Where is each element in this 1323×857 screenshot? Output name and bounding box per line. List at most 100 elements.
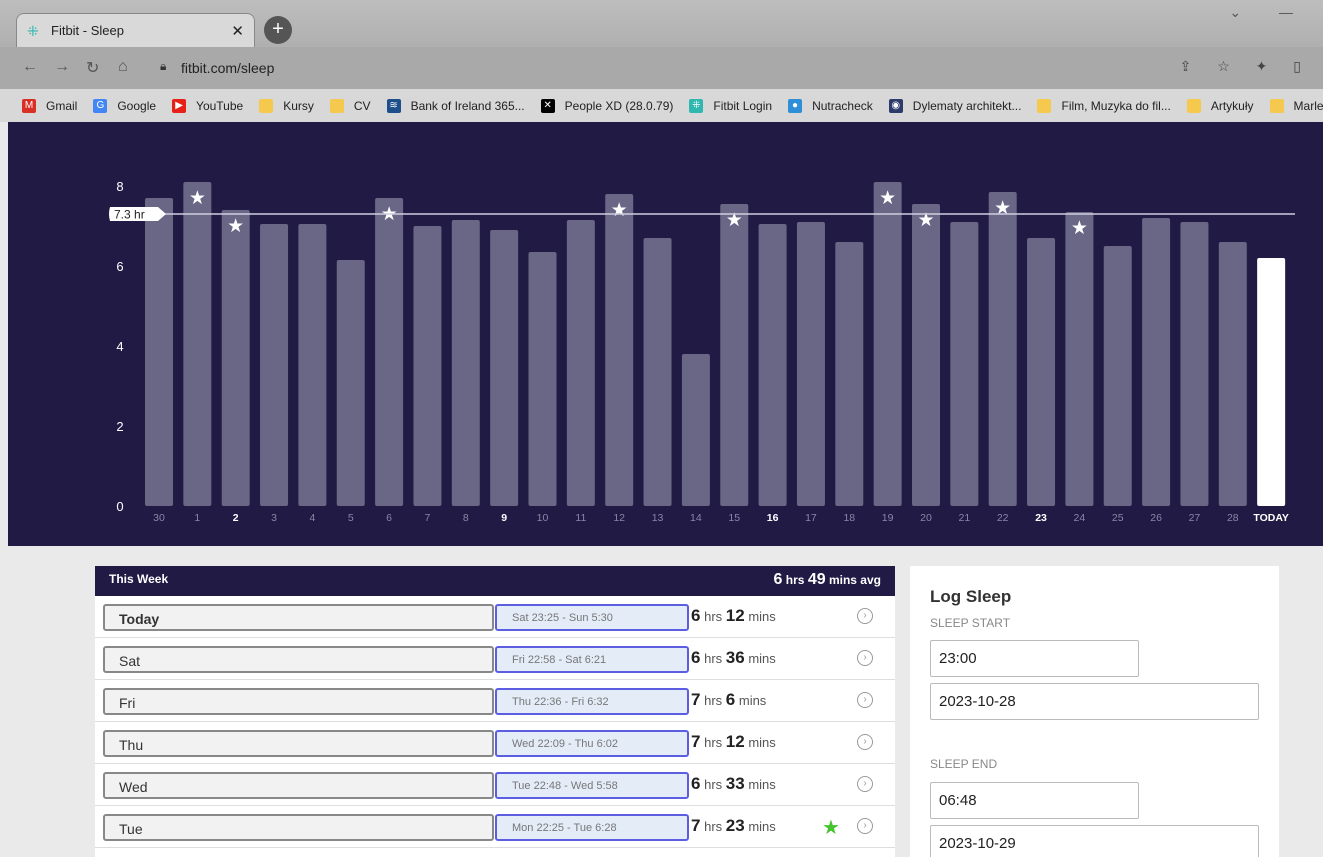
goal-star-icon: ★ bbox=[611, 199, 628, 221]
lock-icon: 🔒︎ bbox=[160, 59, 167, 73]
log-sleep-card: Log Sleep SLEEP START 23:00 2023-10-28 S… bbox=[910, 566, 1279, 857]
chevron-right-icon[interactable]: › bbox=[857, 818, 873, 834]
bookmarks-bar: M Gmail G Google ▶ YouTube Kursy CV ≋ Bank of Ire… bbox=[0, 89, 1323, 122]
x-tick-label: 21 bbox=[959, 512, 971, 524]
bookmark-item[interactable]: ⁜ Fitbit Login bbox=[689, 98, 772, 113]
x-tick-label: 10 bbox=[537, 512, 549, 524]
reload-icon[interactable]: ↻ bbox=[86, 58, 99, 78]
new-tab-button[interactable]: + bbox=[264, 16, 292, 44]
forward-icon[interactable]: → bbox=[54, 58, 70, 76]
goal-star-icon: ★ bbox=[994, 197, 1011, 219]
bookmark-label: Kursy bbox=[283, 98, 314, 113]
tab-search-icon[interactable]: ⌄ bbox=[1229, 4, 1241, 20]
chevron-right-icon[interactable]: › bbox=[857, 608, 873, 624]
bookmark-item[interactable]: Marlena bbox=[1269, 98, 1323, 113]
sleep-bar bbox=[260, 224, 289, 506]
sleep-bar bbox=[643, 238, 672, 506]
sleep-end-date-input[interactable]: 2023-10-29 bbox=[930, 825, 1259, 857]
x-tick-label: 22 bbox=[997, 512, 1009, 524]
bookmark-label: Artykuły bbox=[1210, 98, 1254, 113]
bookmark-star-icon[interactable]: ☆ bbox=[1217, 58, 1230, 74]
chevron-right-icon[interactable]: › bbox=[857, 776, 873, 792]
bookmark-item[interactable]: ≋ Bank of Ireland 365... bbox=[386, 98, 525, 113]
week-row[interactable]: Today Sat 23:25 - Sun 5:30 6 hrs 12 mins › bbox=[95, 596, 895, 638]
bookmark-item[interactable]: CV bbox=[329, 98, 371, 113]
bookmark-item[interactable]: ● Nutracheck bbox=[788, 98, 873, 113]
sleep-bar bbox=[1065, 212, 1094, 506]
google-icon: G bbox=[93, 98, 108, 113]
sleep-end-time-input[interactable]: 06:48 bbox=[930, 782, 1139, 819]
x-tick-label: 26 bbox=[1150, 512, 1162, 524]
bookmark-item[interactable]: Film, Muzyka do fil... bbox=[1037, 98, 1171, 113]
extensions-icon[interactable]: ✦ bbox=[1256, 58, 1268, 74]
x-tick-label: 8 bbox=[463, 512, 469, 524]
url-text: fitbit.com/sleep bbox=[181, 60, 275, 76]
bookmark-item[interactable]: M Gmail bbox=[22, 98, 77, 113]
x-tick-label: TODAY bbox=[1253, 512, 1289, 524]
x-tick-label: 3 bbox=[271, 512, 277, 524]
row-day[interactable]: Tue bbox=[103, 814, 494, 841]
side-panel-icon[interactable]: ▯ bbox=[1293, 58, 1301, 74]
sleep-bar bbox=[451, 220, 480, 506]
browser-tab[interactable]: ⁜ Fitbit - Sleep ✕ bbox=[16, 13, 255, 47]
x-tick-label: 19 bbox=[882, 512, 894, 524]
row-day[interactable]: Fri bbox=[103, 688, 494, 715]
row-day[interactable]: Sat bbox=[103, 646, 494, 673]
bookmark-item[interactable]: ✕ People XD (28.0.79) bbox=[540, 98, 674, 113]
week-row[interactable]: Sat Fri 22:58 - Sat 6:21 6 hrs 36 mins › bbox=[95, 638, 895, 680]
row-time-range[interactable]: Sat 23:25 - Sun 5:30 bbox=[495, 604, 689, 631]
row-day[interactable]: Thu bbox=[103, 730, 494, 757]
sleep-start-time-input[interactable]: 23:00 bbox=[930, 640, 1139, 677]
chevron-right-icon[interactable]: › bbox=[857, 734, 873, 750]
x-tick-label: 16 bbox=[767, 512, 779, 524]
x-tick-label: 6 bbox=[386, 512, 392, 524]
sleep-bar bbox=[1257, 258, 1286, 506]
row-time-range[interactable]: Wed 22:09 - Thu 6:02 bbox=[495, 730, 689, 757]
x-tick-label: 25 bbox=[1112, 512, 1124, 524]
x-tick-label: 4 bbox=[309, 512, 315, 524]
x-tick-label: 5 bbox=[348, 512, 354, 524]
row-time-range[interactable]: Mon 22:25 - Tue 6:28 bbox=[495, 814, 689, 841]
chevron-right-icon[interactable]: › bbox=[857, 650, 873, 666]
week-row[interactable]: Wed Tue 22:48 - Wed 5:58 6 hrs 33 mins › bbox=[95, 764, 895, 806]
minimize-icon[interactable]: — bbox=[1279, 4, 1293, 20]
sleep-bar bbox=[1180, 222, 1209, 506]
week-row[interactable]: Fri Thu 22:36 - Fri 6:32 7 hrs 6 mins › bbox=[95, 680, 895, 722]
x-tick-label: 7 bbox=[425, 512, 431, 524]
bookmark-item[interactable]: Artykuły bbox=[1186, 98, 1254, 113]
bookmark-item[interactable]: Kursy bbox=[259, 98, 314, 113]
x-tick-label: 13 bbox=[652, 512, 664, 524]
sleep-bar bbox=[528, 252, 557, 506]
row-time-range[interactable]: Fri 22:58 - Sat 6:21 bbox=[495, 646, 689, 673]
row-duration: 7 hrs 23 mins bbox=[691, 816, 776, 835]
sleep-start-date-input[interactable]: 2023-10-28 bbox=[930, 683, 1259, 720]
bookmark-label: People XD (28.0.79) bbox=[564, 98, 674, 113]
home-icon[interactable]: ⌂ bbox=[118, 58, 128, 76]
row-day[interactable]: Wed bbox=[103, 772, 494, 799]
row-time-range[interactable]: Tue 22:48 - Wed 5:58 bbox=[495, 772, 689, 799]
week-row[interactable]: Thu Wed 22:09 - Thu 6:02 7 hrs 12 mins › bbox=[95, 722, 895, 764]
window-controls: ⌄ — bbox=[1195, 4, 1293, 21]
gmail-icon: M bbox=[22, 98, 36, 113]
bookmark-item[interactable]: G Google bbox=[93, 98, 157, 113]
share-icon[interactable]: ⇪ bbox=[1180, 58, 1192, 74]
row-duration: 6 hrs 12 mins bbox=[691, 606, 776, 625]
chevron-right-icon[interactable]: › bbox=[857, 692, 873, 708]
week-row[interactable]: Tue Mon 22:25 - Tue 6:28 7 hrs 23 mins ★ › bbox=[95, 806, 895, 848]
average-label: 7.3 hr bbox=[114, 208, 145, 222]
back-icon[interactable]: ← bbox=[22, 58, 38, 76]
sleep-chart-panel: 0 2 4 6 8 30 1 ★ 2 ★ 3 4 5 6 ★ 7 8 9 10 11 12 ★ 13 14 15 ★ 16 17 18 1… bbox=[8, 122, 1323, 546]
close-tab-icon[interactable]: ✕ bbox=[231, 22, 244, 40]
bookmark-item[interactable]: ▶ YouTube bbox=[172, 98, 243, 113]
fitbit-icon: ⁜ bbox=[27, 22, 39, 39]
bookmark-label: Google bbox=[117, 98, 157, 113]
x-tick-label: 28 bbox=[1227, 512, 1239, 524]
sleep-bar bbox=[413, 226, 442, 506]
this-week-title: This Week bbox=[109, 572, 169, 586]
address-bar[interactable]: 🔒︎ fitbit.com/sleep bbox=[150, 54, 1270, 82]
row-day[interactable]: Today bbox=[103, 604, 494, 631]
bookmark-item[interactable]: ◉ Dylematy architekt... bbox=[888, 98, 1021, 113]
folder-icon bbox=[1037, 98, 1052, 113]
sleep-bar-chart: 0246830 1★2★3 4 5 6★7 8 9 10 11 12★13 14 15★16 17 18 1… bbox=[109, 179, 1295, 524]
row-time-range[interactable]: Thu 22:36 - Fri 6:32 bbox=[495, 688, 689, 715]
